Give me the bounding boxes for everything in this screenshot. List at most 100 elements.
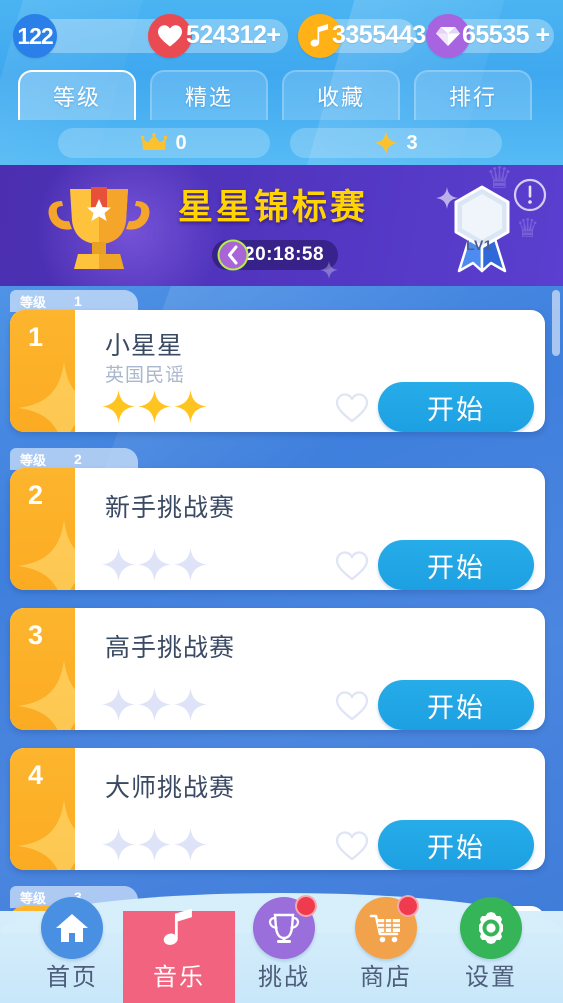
level-card-4-number-block: 4 <box>10 748 75 870</box>
star-filled-icon <box>174 390 207 423</box>
banner-title: 星星锦标赛 <box>178 188 369 227</box>
top-header: 122 524312+ 33554433+ 65535 + 等级 精选 收藏 排… <box>0 0 563 165</box>
star-filled-icon <box>102 390 135 423</box>
tab-featured-label: 精选 <box>184 85 233 110</box>
level-card-3-stars <box>102 688 207 721</box>
level-card-1-start-button[interactable]: 开始 <box>378 382 534 432</box>
level-card-3-number: 3 <box>28 620 44 650</box>
level-card-2-title: 新手挑战赛 <box>105 494 236 522</box>
level-card-4-start-button[interactable]: 开始 <box>378 820 534 870</box>
nav-item-shop-label: 商店 <box>360 964 412 991</box>
crown-decoration-top: ♛ <box>486 165 513 195</box>
main-tabs: 等级 精选 收藏 排行 <box>0 70 563 120</box>
level-card-2-number: 2 <box>28 480 44 510</box>
tab-ranking-label: 排行 <box>448 85 497 110</box>
level-tab-2: 等级 2 <box>10 448 138 470</box>
tab-featured[interactable]: 精选 <box>150 70 268 120</box>
level-card-2-favorite-icon[interactable] <box>335 551 369 581</box>
nav-item-home[interactable]: 首页 <box>16 897 128 1003</box>
star-decoration-icon <box>18 800 75 870</box>
nav-item-settings[interactable]: 设置 <box>435 897 547 1003</box>
sparkle-decoration-icon <box>436 187 458 209</box>
tab-ranking[interactable]: 排行 <box>414 70 532 120</box>
level-card-3-favorite-icon[interactable] <box>335 691 369 721</box>
trophy-icon <box>48 187 150 269</box>
nav-item-shop[interactable]: 商店 <box>330 895 442 1003</box>
level-card-2[interactable]: 2 新手挑战赛 开始 <box>10 468 545 590</box>
music-icon-wrap <box>148 897 210 959</box>
shop-notification-badge <box>397 895 419 917</box>
level-card-1-number: 1 <box>28 322 44 352</box>
level-card-3-title: 高手挑战赛 <box>105 634 236 662</box>
level-card-1-title: 小星星 <box>105 332 184 360</box>
star-empty-icon <box>102 548 135 581</box>
level-card-4-favorite-icon[interactable] <box>335 831 369 861</box>
crown-counter: 0 <box>58 128 270 158</box>
challenge-notification-badge <box>295 895 317 917</box>
level-badge-icon: 122 <box>13 14 57 58</box>
level-card-1-stars <box>102 390 207 423</box>
level-card-4-title: 大师挑战赛 <box>105 774 236 802</box>
star-empty-icon <box>138 548 171 581</box>
challenge-icon-wrap <box>253 895 317 959</box>
nav-item-home-label: 首页 <box>46 964 98 991</box>
level-tab-2-label: 等级 <box>20 452 47 468</box>
hearts-value: 524312+ <box>186 21 281 49</box>
level-card-2-stars <box>102 548 207 581</box>
level-card-2-number-block: 2 <box>10 468 75 590</box>
level-card-1-favorite-icon[interactable] <box>335 393 369 423</box>
level-card-3-start-button[interactable]: 开始 <box>378 680 534 730</box>
sparkle-decoration-small-icon <box>320 261 338 279</box>
star-icon <box>374 131 399 155</box>
star-value: 3 <box>406 131 418 154</box>
level-tab-2-number: 2 <box>74 451 82 467</box>
star-empty-icon <box>102 828 135 861</box>
level-card-4-number: 4 <box>28 760 44 790</box>
clock-icon <box>217 239 249 271</box>
star-decoration-icon <box>18 362 75 432</box>
level-card-1-subtitle: 英国民谣 <box>105 365 186 386</box>
level-card-1[interactable]: 1 小星星 英国民谣 开始 <box>10 310 545 432</box>
star-decoration-icon <box>18 660 75 730</box>
bottom-navigation: 首页 音乐 挑战 商店 设置 <box>0 893 563 1003</box>
star-decoration-icon <box>18 520 75 590</box>
progress-subbar: 0 3 <box>0 128 563 160</box>
home-icon-wrap <box>41 897 103 959</box>
music-note-icon <box>148 897 210 959</box>
star-empty-icon <box>174 688 207 721</box>
tab-levels-label: 等级 <box>52 85 101 110</box>
medal-level-label: LV1 <box>466 237 493 253</box>
info-circle-icon[interactable] <box>512 177 548 213</box>
settings-icon-wrap <box>460 897 522 959</box>
diamonds-value: 65535 + <box>462 21 550 49</box>
tab-favorites-label: 收藏 <box>316 85 365 110</box>
level-card-4[interactable]: 4 大师挑战赛 开始 <box>10 748 545 870</box>
list-scrollbar[interactable] <box>552 290 560 356</box>
level-card-3[interactable]: 3 高手挑战赛 开始 <box>10 608 545 730</box>
nav-item-challenge[interactable]: 挑战 <box>228 895 340 1003</box>
nav-item-music-label: 音乐 <box>153 964 205 991</box>
home-icon <box>41 897 103 959</box>
star-empty-icon <box>174 828 207 861</box>
level-card-2-start-button[interactable]: 开始 <box>378 540 534 590</box>
star-counter: 3 <box>290 128 502 158</box>
currency-counters: 122 524312+ 33554433+ 65535 + <box>0 14 563 58</box>
tab-levels[interactable]: 等级 <box>18 70 136 120</box>
level-tab-1: 等级 1 <box>10 290 138 312</box>
banner-timer-text: 20:18:58 <box>244 244 325 265</box>
nav-item-music[interactable]: 音乐 <box>123 908 235 1003</box>
game-screen: 122 524312+ 33554433+ 65535 + 等级 精选 收藏 排… <box>0 0 563 1003</box>
level-tab-1-label: 等级 <box>20 294 47 310</box>
star-empty-icon <box>102 688 135 721</box>
crown-icon <box>141 133 168 150</box>
star-filled-icon <box>138 390 171 423</box>
star-empty-icon <box>138 688 171 721</box>
star-empty-icon <box>174 548 207 581</box>
shop-icon-wrap <box>355 895 419 959</box>
tournament-banner[interactable]: 星星锦标赛 20:18:58 LV1 ♛ ♛ <box>0 165 563 286</box>
level-card-3-number-block: 3 <box>10 608 75 730</box>
level-card-4-stars <box>102 828 207 861</box>
nav-item-settings-label: 设置 <box>465 964 517 991</box>
level-tab-1-number: 1 <box>74 293 82 309</box>
tab-favorites[interactable]: 收藏 <box>282 70 400 120</box>
